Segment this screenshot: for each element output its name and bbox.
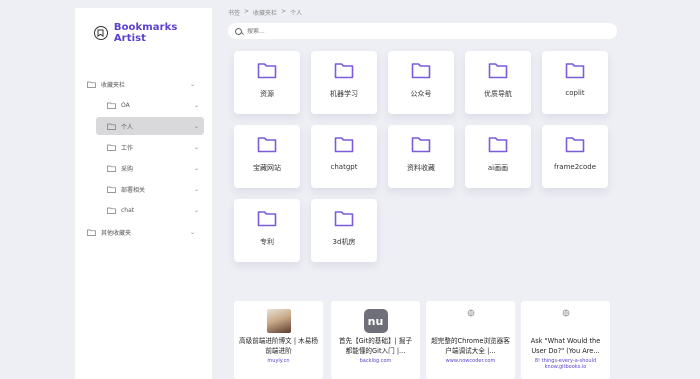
sidebar-item-deploy[interactable]: 部署相关 ⌄ [107,180,207,198]
folder-label: frame2code [553,163,597,171]
folder-label: 公众号 [410,90,432,98]
bookmark-url[interactable]: muyiy.cn [234,358,323,364]
breadcrumb-item[interactable]: 收藏夹栏 [253,8,277,17]
folder-card[interactable]: 资料收藏 [388,125,454,188]
chevron-down-icon[interactable]: ⌄ [194,186,199,193]
globe-icon [562,309,569,317]
folder-label: 资源 [260,90,274,98]
bookmark-url[interactable]: 8! things-every-a-should know.gitbooks.i… [521,358,610,370]
folder-card[interactable]: 宝藏网站 [234,125,300,188]
folder-label: 机器学习 [330,90,358,98]
sidebar: Bookmarks Artist 收藏夹栏 ⌄ OA ⌄ 个人 ⌄ 工作 ⌄ 采… [75,8,212,379]
bookmark-title: Ask "What Would the User Do?" (You Are..… [530,337,601,355]
folder-icon [334,211,354,227]
search-bar [228,23,617,39]
folder-icon [107,123,116,130]
app-logo[interactable]: Bookmarks Artist [94,22,212,44]
folder-icon [257,63,277,79]
bookmark-url[interactable]: backlog.com [331,358,420,364]
globe-icon [467,309,474,317]
sidebar-item-other-favorites[interactable]: 其他收藏夹 ⌄ [87,223,207,241]
bookmark-title: 首先【Git的基础】| 掘子都能懂的Git入门 |... [338,337,413,355]
folder-card[interactable]: 公众号 [388,51,454,114]
sidebar-item-label: 工作 [121,144,134,152]
sidebar-item-chat[interactable]: chat ⌄ [107,201,207,219]
folder-label: ai画画 [487,164,509,172]
folder-icon [107,165,116,172]
bookmark-title: 高级前端进阶博文 | 木易杨前端进阶 [239,337,318,355]
bookmark-card[interactable]: nu 首先【Git的基础】| 掘子都能懂的Git入门 |... backlog.co… [331,301,420,379]
bookmark-card[interactable]: 超完整的Chrome浏览器客户端调试大全 |... www.nowcoder.co… [426,301,515,379]
folder-label: 资料收藏 [407,164,435,172]
bookmark-url[interactable]: www.nowcoder.com [426,358,515,364]
folder-card[interactable]: 资源 [234,51,300,114]
folder-icon [257,211,277,227]
sidebar-item-favorites-bar[interactable]: 收藏夹栏 ⌄ [87,75,207,93]
folder-icon [565,137,585,153]
folder-label: 宝藏网站 [253,164,281,172]
chevron-down-icon[interactable]: ⌄ [194,165,199,172]
main-content: 书签 > 收藏夹栏 > 个人 资源 机器学习 公众号 优质导航 coplit 宝藏网站 ch… [212,0,700,379]
folder-icon [107,207,116,214]
sidebar-item-label: 个人 [121,123,134,131]
folder-icon [488,63,508,79]
breadcrumb-separator: > [244,8,250,15]
window-left-margin [0,0,75,379]
chevron-down-icon[interactable]: ⌄ [194,102,199,109]
folder-icon [411,63,431,79]
folder-icon [107,102,116,109]
breadcrumb-item[interactable]: 书签 [228,8,240,17]
sidebar-item-label: OA [121,101,130,109]
bookmark-card[interactable]: Ask "What Would the User Do?" (You Are..… [521,301,610,379]
folder-icon [565,63,585,79]
search-icon [235,27,242,35]
sidebar-item-label: chat [121,206,135,214]
chevron-down-icon[interactable]: ⌄ [194,123,199,130]
breadcrumb-separator: > [281,8,287,15]
folder-icon [87,229,96,236]
folder-card[interactable]: coplit [542,51,608,114]
sidebar-item-label: 采购 [121,165,134,173]
sidebar-item-label: 其他收藏夹 [101,229,132,237]
chevron-down-icon[interactable]: ⌄ [194,144,199,151]
folder-label: coplit [565,89,585,97]
folder-label: 专利 [260,238,274,246]
folder-label: 优质导航 [484,90,512,98]
folder-card[interactable]: 优质导航 [465,51,531,114]
folder-icon [257,137,277,153]
sidebar-item-label: 部署相关 [121,186,146,194]
folder-label: chatgpt [330,163,358,171]
bookmark-card[interactable]: 高级前端进阶博文 | 木易杨前端进阶 muyiy.cn [234,301,323,379]
app-title: Bookmarks Artist [113,22,178,44]
sidebar-item-purchase[interactable]: 采购 ⌄ [107,159,207,177]
bookmark-title: 超完整的Chrome浏览器客户端调试大全 |... [431,337,510,355]
breadcrumb-item[interactable]: 个人 [290,8,302,17]
sidebar-item-work[interactable]: 工作 ⌄ [107,138,207,156]
folder-label: 3d机房 [332,238,356,246]
folder-icon [334,63,354,79]
avatar [266,309,291,333]
folder-icon [411,137,431,153]
folder-icon [334,137,354,153]
chevron-down-icon[interactable]: ⌄ [190,81,195,88]
folder-card[interactable]: frame2code [542,125,608,188]
folder-card[interactable]: 专利 [234,199,300,262]
folder-card[interactable]: ai画画 [465,125,531,188]
folder-icon [488,137,508,153]
nu-logo-icon: nu [363,309,388,333]
folder-icon [87,81,96,88]
sidebar-item-label: 收藏夹栏 [101,81,126,89]
folder-card[interactable]: chatgpt [311,125,377,188]
chevron-down-icon[interactable]: ⌄ [190,229,195,236]
bookmark-logo-icon [94,26,108,40]
sidebar-item-personal[interactable]: 个人 ⌄ [96,117,204,135]
folder-icon [107,186,116,193]
chevron-down-icon[interactable]: ⌄ [194,207,199,214]
breadcrumb: 书签 > 收藏夹栏 > 个人 [228,8,302,17]
search-input[interactable] [247,27,587,35]
sidebar-item-oa[interactable]: OA ⌄ [107,96,207,114]
folder-card[interactable]: 3d机房 [311,199,377,262]
folder-card[interactable]: 机器学习 [311,51,377,114]
folder-icon [107,144,116,151]
